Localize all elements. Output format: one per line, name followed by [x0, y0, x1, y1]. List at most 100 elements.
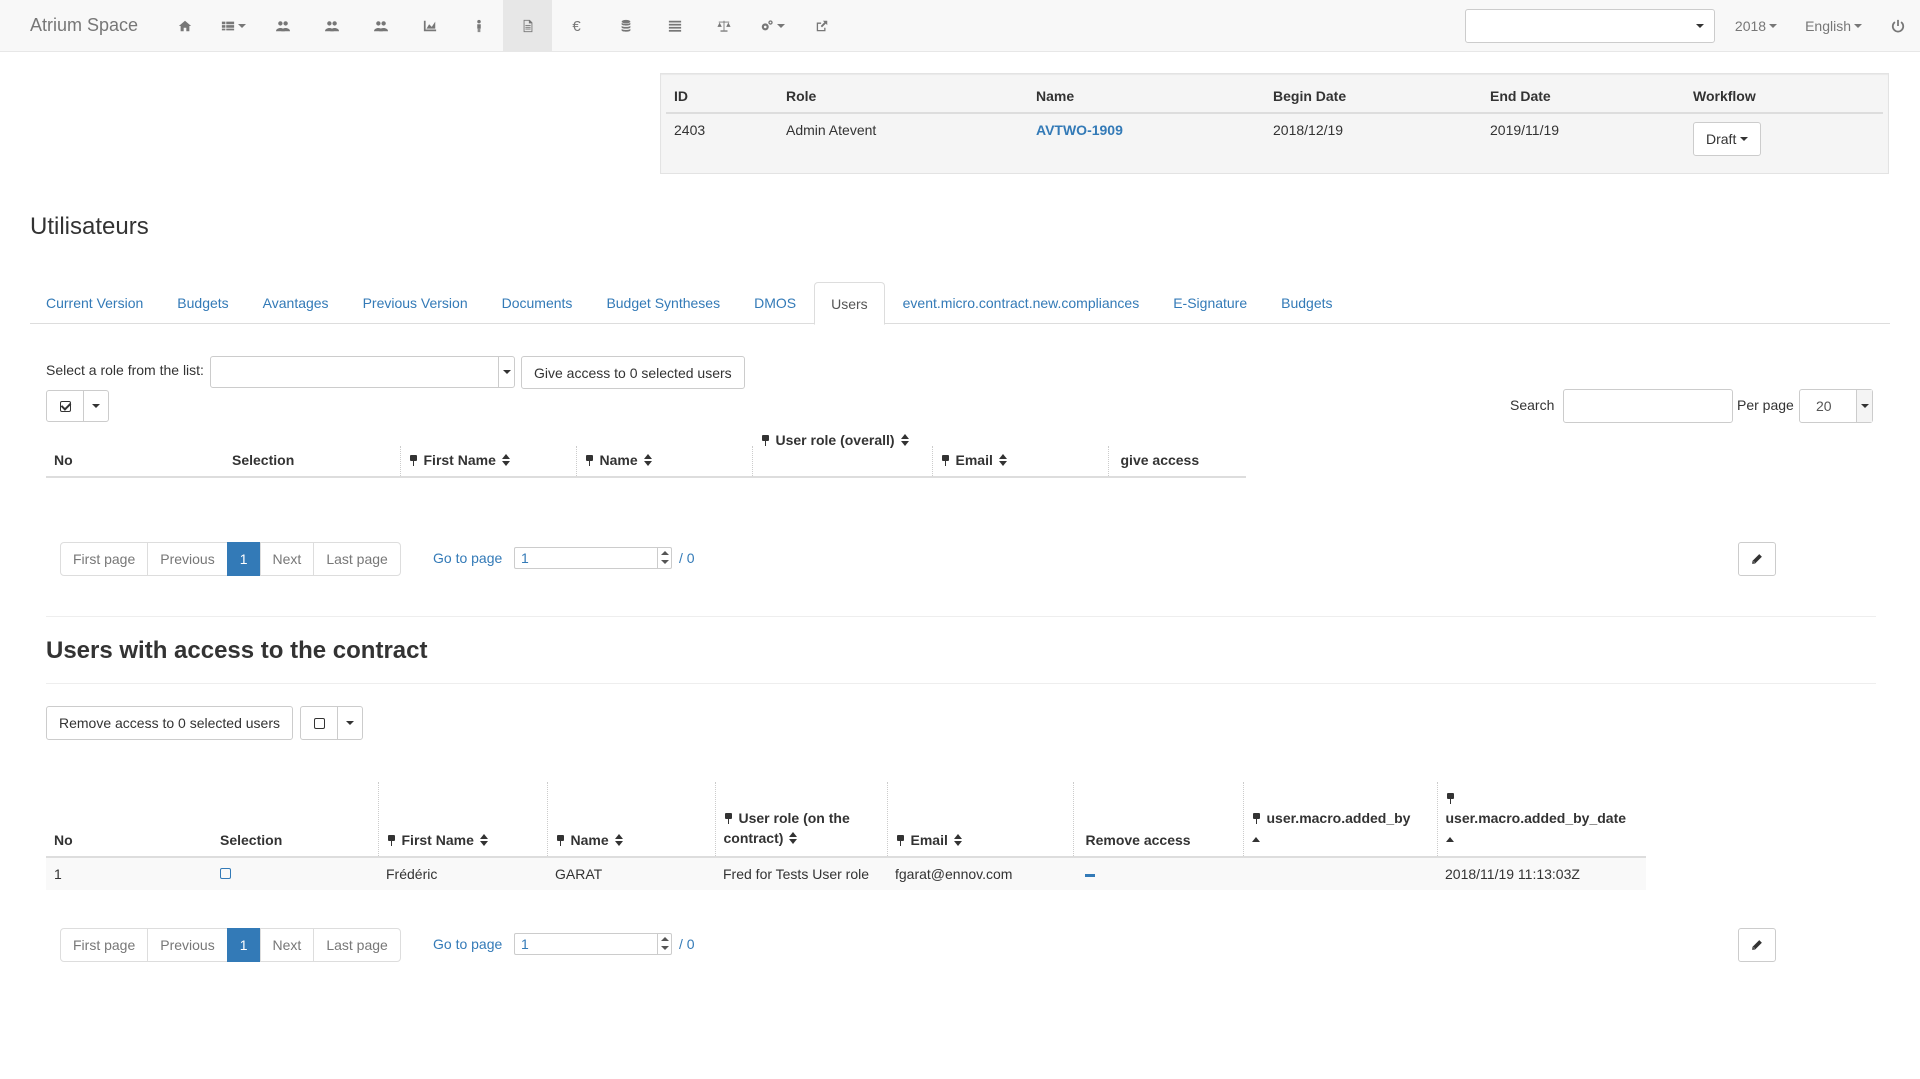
- workflow-dropdown-button[interactable]: Draft: [1693, 122, 1762, 156]
- search-input[interactable]: [1563, 389, 1733, 423]
- sort-icon[interactable]: [501, 454, 510, 466]
- first-page-button[interactable]: First page: [60, 928, 149, 962]
- tab-budgets[interactable]: Budgets: [161, 282, 244, 324]
- col-header-user-role[interactable]: User role (on the contract): [714, 782, 887, 858]
- home-icon[interactable]: [160, 0, 209, 52]
- access-users-table: No Selection First Name Name User role (…: [46, 782, 1646, 890]
- list-icon[interactable]: [650, 0, 699, 52]
- pin-icon[interactable]: [387, 835, 396, 846]
- sort-icon[interactable]: [998, 454, 1007, 466]
- tab-previous-version[interactable]: Previous Version: [347, 282, 484, 324]
- first-page-button[interactable]: First page: [60, 542, 149, 576]
- contract-workflow-cell: Draft: [1685, 113, 1883, 164]
- tab-compliances[interactable]: event.micro.contract.new.compliances: [887, 282, 1156, 324]
- remove-access-button[interactable]: Remove access to 0 selected users: [46, 706, 293, 740]
- next-page-button[interactable]: Next: [259, 928, 315, 962]
- language-dropdown[interactable]: English: [1791, 0, 1876, 52]
- year-dropdown[interactable]: 2018: [1721, 0, 1791, 52]
- sort-icon[interactable]: [479, 834, 488, 846]
- context-select[interactable]: [1464, 9, 1715, 43]
- last-page-button[interactable]: Last page: [313, 542, 401, 576]
- sort-icon[interactable]: [953, 834, 962, 846]
- edit-columns-button[interactable]: [1738, 542, 1776, 576]
- select-options-dropdown[interactable]: [83, 390, 109, 422]
- pin-icon[interactable]: [761, 435, 770, 446]
- page-title: Utilisateurs: [30, 213, 149, 240]
- select-options-dropdown-2[interactable]: [337, 706, 363, 740]
- sort-icon[interactable]: [643, 454, 652, 466]
- pin-icon[interactable]: [1252, 813, 1261, 824]
- sort-icon[interactable]: [789, 832, 798, 844]
- spinner-icon[interactable]: [657, 934, 671, 954]
- pin-icon[interactable]: [941, 455, 950, 466]
- current-page-button[interactable]: 1: [226, 542, 261, 576]
- pin-icon[interactable]: [1446, 793, 1455, 804]
- sort-icon[interactable]: [900, 434, 909, 446]
- document-icon[interactable]: [503, 0, 552, 52]
- remove-icon[interactable]: [1085, 873, 1095, 877]
- tab-budget-syntheses[interactable]: Budget Syntheses: [590, 282, 736, 324]
- tab-e-signature[interactable]: E-Signature: [1157, 282, 1263, 324]
- chevron-down-icon: [1695, 24, 1704, 28]
- col-header-no[interactable]: No: [46, 782, 212, 858]
- chevron-down-icon[interactable]: [1856, 390, 1872, 422]
- tab-avantages[interactable]: Avantages: [247, 282, 345, 324]
- sort-asc-icon[interactable]: [1251, 837, 1260, 842]
- next-page-button[interactable]: Next: [259, 542, 315, 576]
- share-icon[interactable]: [797, 0, 846, 52]
- col-header-added-by[interactable]: user.macro.added_by: [1242, 782, 1437, 858]
- row-checkbox[interactable]: [220, 868, 231, 879]
- col-header-user-role[interactable]: User role (overall): [751, 432, 932, 478]
- give-access-button[interactable]: Give access to 0 selected users: [521, 356, 745, 389]
- col-header-first-name[interactable]: First Name: [399, 446, 576, 478]
- list-dropdown-icon[interactable]: [209, 0, 258, 52]
- person-icon[interactable]: [454, 0, 503, 52]
- contract-table: ID Role Name Begin Date End Date Workflo…: [666, 82, 1883, 164]
- users-table: No Selection First Name Name User role (…: [46, 432, 1246, 478]
- per-page-select[interactable]: 20: [1799, 389, 1873, 423]
- tab-documents[interactable]: Documents: [486, 282, 589, 324]
- users-group-icon[interactable]: [307, 0, 356, 52]
- settings-dropdown-icon[interactable]: [748, 0, 797, 52]
- col-header-email[interactable]: Email: [886, 782, 1073, 858]
- power-icon[interactable]: [1876, 0, 1920, 52]
- database-icon[interactable]: [601, 0, 650, 52]
- euro-icon[interactable]: €: [552, 0, 601, 52]
- pin-icon[interactable]: [724, 813, 733, 824]
- tab-budgets-2[interactable]: Budgets: [1265, 282, 1348, 324]
- spinner-icon[interactable]: [657, 548, 671, 568]
- users-icon[interactable]: [258, 0, 307, 52]
- sort-icon[interactable]: [614, 834, 623, 846]
- users-team-icon[interactable]: [356, 0, 405, 52]
- col-header-no[interactable]: No: [46, 446, 224, 478]
- chevron-down-icon: [1854, 24, 1862, 28]
- last-page-button[interactable]: Last page: [313, 928, 401, 962]
- chart-icon[interactable]: [405, 0, 454, 52]
- contract-name-link[interactable]: AVTWO-1909: [1036, 122, 1123, 138]
- tab-dmos[interactable]: DMOS: [738, 282, 812, 324]
- col-header-added-by-date[interactable]: user.macro.added_by_date: [1436, 782, 1646, 858]
- pin-icon[interactable]: [585, 455, 594, 466]
- col-header-name[interactable]: Name: [546, 782, 715, 858]
- pin-icon[interactable]: [896, 835, 905, 846]
- col-header-name[interactable]: Name: [575, 446, 752, 478]
- previous-page-button[interactable]: Previous: [147, 928, 228, 962]
- select-all-button[interactable]: [46, 390, 84, 422]
- previous-page-button[interactable]: Previous: [147, 542, 228, 576]
- current-page-button[interactable]: 1: [226, 928, 261, 962]
- goto-page-input[interactable]: 1: [514, 933, 672, 955]
- tab-users[interactable]: Users: [814, 282, 885, 325]
- select-all-button-2[interactable]: [300, 706, 338, 740]
- pin-icon[interactable]: [556, 835, 565, 846]
- chevron-down-icon[interactable]: [498, 357, 514, 387]
- col-header-first-name[interactable]: First Name: [377, 782, 547, 858]
- goto-page-input[interactable]: 1: [514, 547, 672, 569]
- tab-current-version[interactable]: Current Version: [30, 282, 159, 324]
- sort-asc-icon[interactable]: [1445, 837, 1454, 842]
- brand-logo[interactable]: Atrium Space: [30, 15, 138, 36]
- pin-icon[interactable]: [409, 455, 418, 466]
- role-select[interactable]: [210, 356, 515, 388]
- balance-scale-icon[interactable]: [699, 0, 748, 52]
- col-header-email[interactable]: Email: [931, 446, 1108, 478]
- edit-columns-button[interactable]: [1738, 928, 1776, 962]
